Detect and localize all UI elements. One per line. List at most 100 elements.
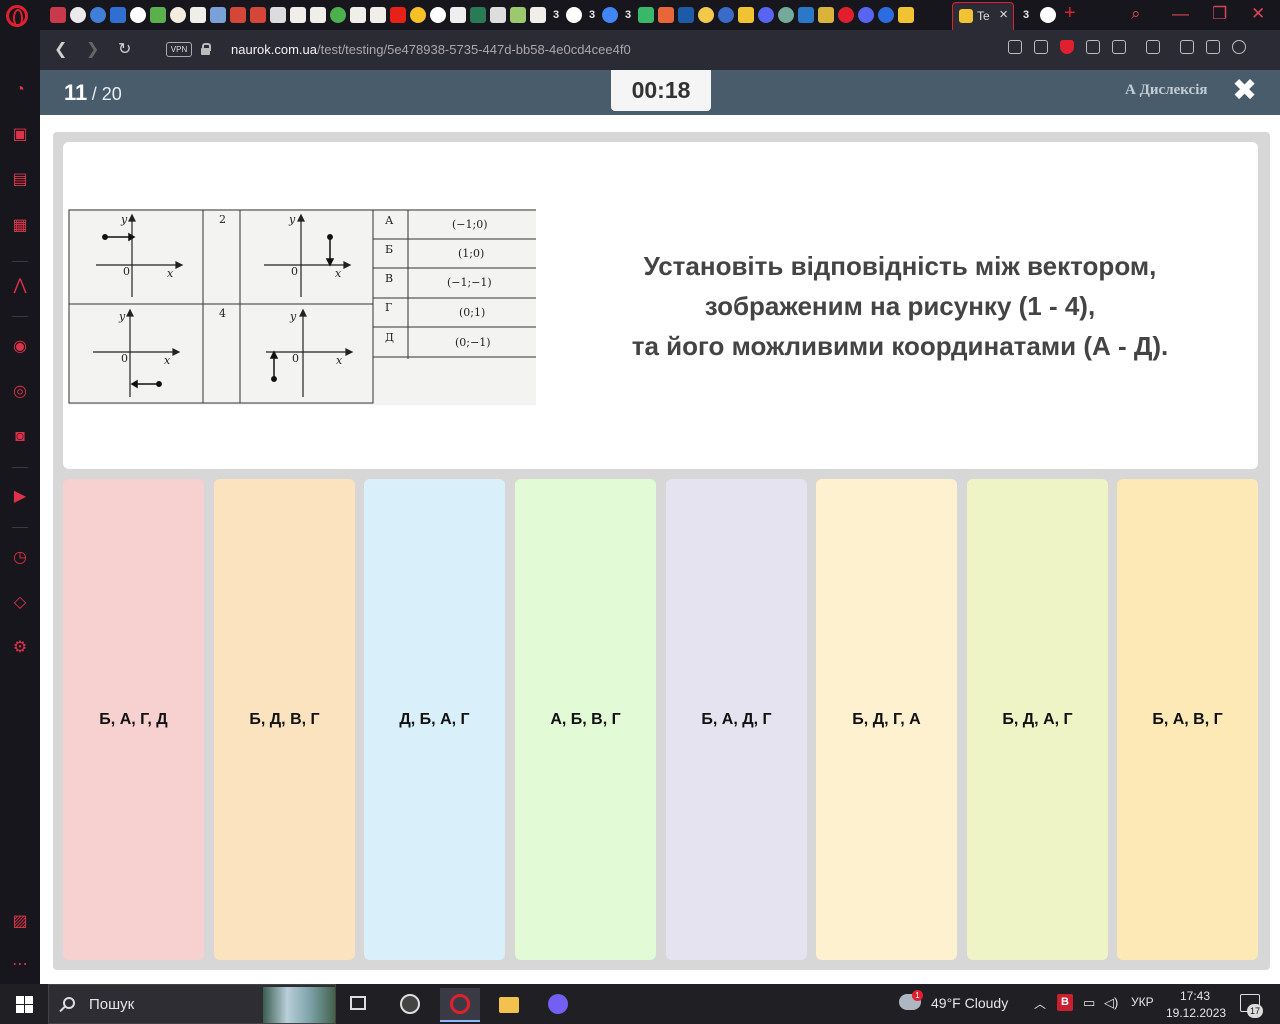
tab-favicon[interactable]	[638, 7, 654, 23]
clock[interactable]: 17:43 19.12.2023	[1166, 988, 1226, 1022]
tab-favicon[interactable]	[70, 7, 86, 23]
lock-icon[interactable]	[201, 43, 211, 55]
aria-briefcase-icon[interactable]: ▣	[10, 125, 30, 145]
instagram-icon[interactable]: ◎	[10, 382, 30, 402]
tab-favicon[interactable]	[170, 7, 186, 23]
windows-start-icon[interactable]	[16, 996, 33, 1013]
opera-icon[interactable]	[838, 7, 854, 23]
minimize-icon[interactable]: —	[1172, 4, 1189, 24]
google-icon[interactable]	[1040, 7, 1056, 23]
tab-favicon[interactable]	[290, 7, 306, 23]
maps-icon[interactable]	[330, 7, 346, 23]
taskbar-search[interactable]: Пошук	[48, 984, 336, 1024]
vk-icon[interactable]	[798, 7, 814, 23]
google-icon[interactable]	[566, 7, 582, 23]
tab-favicon[interactable]	[658, 7, 674, 23]
tab-favicon[interactable]	[270, 7, 286, 23]
answer-option-8[interactable]: Б, А, В, Г	[1117, 479, 1258, 960]
answer-option-5[interactable]: Б, А, Д, Г	[666, 479, 807, 960]
search-tabs-icon[interactable]: ⌕	[1131, 4, 1141, 24]
taskbar-opera[interactable]	[440, 988, 480, 1022]
player-icon[interactable]: ▶	[10, 487, 30, 507]
tab-favicon[interactable]	[410, 7, 426, 23]
tab-favicon[interactable]	[150, 7, 166, 23]
tab-favicon[interactable]	[190, 7, 206, 23]
keyboard-badge[interactable]: B	[1057, 994, 1073, 1011]
discord-icon[interactable]: ◙	[10, 427, 30, 447]
tab-favicon[interactable]	[530, 7, 546, 23]
vpn-badge[interactable]: VPN	[166, 42, 192, 57]
restore-icon[interactable]: ❐	[1212, 4, 1227, 24]
taskbar-explorer[interactable]	[489, 988, 529, 1022]
tab-favicon[interactable]	[510, 7, 526, 23]
google-icon[interactable]	[430, 7, 446, 23]
speed-dial-icon[interactable]: ◔	[10, 80, 30, 100]
history-icon[interactable]: ◷	[10, 548, 30, 568]
url-field[interactable]: naurok.com.ua/test/testing/5e478938-5735…	[231, 42, 631, 57]
taskbar-viber[interactable]	[538, 988, 578, 1022]
answer-option-2[interactable]: Б, Д, В, Г	[214, 479, 355, 960]
discord-icon[interactable]	[758, 7, 774, 23]
close-window-icon[interactable]: ✕	[1251, 4, 1265, 24]
forward-icon[interactable]: ❯	[86, 39, 99, 59]
answer-option-3[interactable]: Д, Б, А, Г	[364, 479, 505, 960]
gmail-icon[interactable]	[230, 7, 246, 23]
back-icon[interactable]: ❮	[54, 39, 67, 59]
tray-overflow-icon[interactable]: ︿	[1034, 995, 1046, 1012]
network-icon[interactable]: ▭	[1083, 995, 1095, 1011]
close-test-icon[interactable]: ✖	[1232, 76, 1257, 106]
tab-count-badge[interactable]: 3	[586, 7, 598, 23]
new-tab-plus-icon[interactable]: +	[1064, 2, 1076, 25]
volume-icon[interactable]: ◁)	[1104, 995, 1118, 1011]
extensions-cube-icon[interactable]: ◇	[10, 593, 30, 613]
tab-favicon[interactable]	[678, 7, 694, 23]
dyslexia-toggle[interactable]: А Дислексія	[1125, 82, 1208, 99]
more-dots-icon[interactable]: ⋯	[10, 955, 30, 975]
extensions-icon[interactable]	[1146, 40, 1160, 54]
profile-icon[interactable]	[1232, 40, 1246, 54]
tab-favicon[interactable]	[450, 7, 466, 23]
aria-icon[interactable]: ⋀	[10, 276, 30, 296]
download-icon[interactable]	[1180, 40, 1194, 54]
tab-count-badge[interactable]: 3	[1020, 7, 1032, 23]
send-icon[interactable]	[1086, 40, 1100, 54]
tab-favicon[interactable]	[210, 7, 226, 23]
gmail-icon[interactable]	[250, 7, 266, 23]
tab-favicon[interactable]	[90, 7, 106, 23]
opera-logo-icon[interactable]	[6, 5, 28, 27]
tab-active[interactable]: Te ×	[952, 2, 1014, 30]
tab-favicon[interactable]	[818, 7, 834, 23]
tab-favicon[interactable]	[602, 7, 618, 23]
tab-favicon[interactable]	[898, 7, 914, 23]
language-indicator[interactable]: УКР	[1131, 995, 1154, 1009]
messenger-icon[interactable]: ◉	[10, 337, 30, 357]
tab-favicon[interactable]	[110, 7, 126, 23]
tab-favicon[interactable]	[738, 7, 754, 23]
answer-option-7[interactable]: Б, Д, А, Г	[967, 479, 1108, 960]
heart-icon[interactable]	[1112, 40, 1126, 54]
discord-icon[interactable]	[858, 7, 874, 23]
tab-favicon[interactable]	[370, 7, 386, 23]
camera-icon[interactable]	[1034, 40, 1048, 54]
tab-count-badge[interactable]: 3	[622, 7, 634, 23]
tab-favicon[interactable]	[698, 7, 714, 23]
task-view-button[interactable]	[340, 988, 380, 1022]
close-tab-icon[interactable]: ×	[999, 6, 1008, 23]
settings-gear-icon[interactable]: ⚙	[10, 638, 30, 658]
tab-favicon[interactable]	[490, 7, 506, 23]
tab-favicon[interactable]	[310, 7, 326, 23]
taskbar-obs[interactable]	[390, 988, 430, 1022]
tab-favicon[interactable]	[470, 7, 486, 23]
tab-favicon[interactable]	[130, 7, 146, 23]
twitch-icon[interactable]: ▤	[10, 170, 30, 190]
processor-icon[interactable]: ▦	[10, 216, 30, 236]
tab-favicon[interactable]	[778, 7, 794, 23]
reload-icon[interactable]: ↻	[118, 39, 131, 59]
youtube-icon[interactable]	[390, 7, 406, 23]
weather-text[interactable]: 49°F Cloudy	[931, 995, 1008, 1011]
wallpaper-icon[interactable]: ▨	[10, 912, 30, 932]
adblock-shield-icon[interactable]	[1060, 40, 1074, 54]
tab-favicon[interactable]	[50, 7, 66, 23]
tab-favicon[interactable]	[718, 7, 734, 23]
tab-favicon[interactable]	[350, 7, 366, 23]
